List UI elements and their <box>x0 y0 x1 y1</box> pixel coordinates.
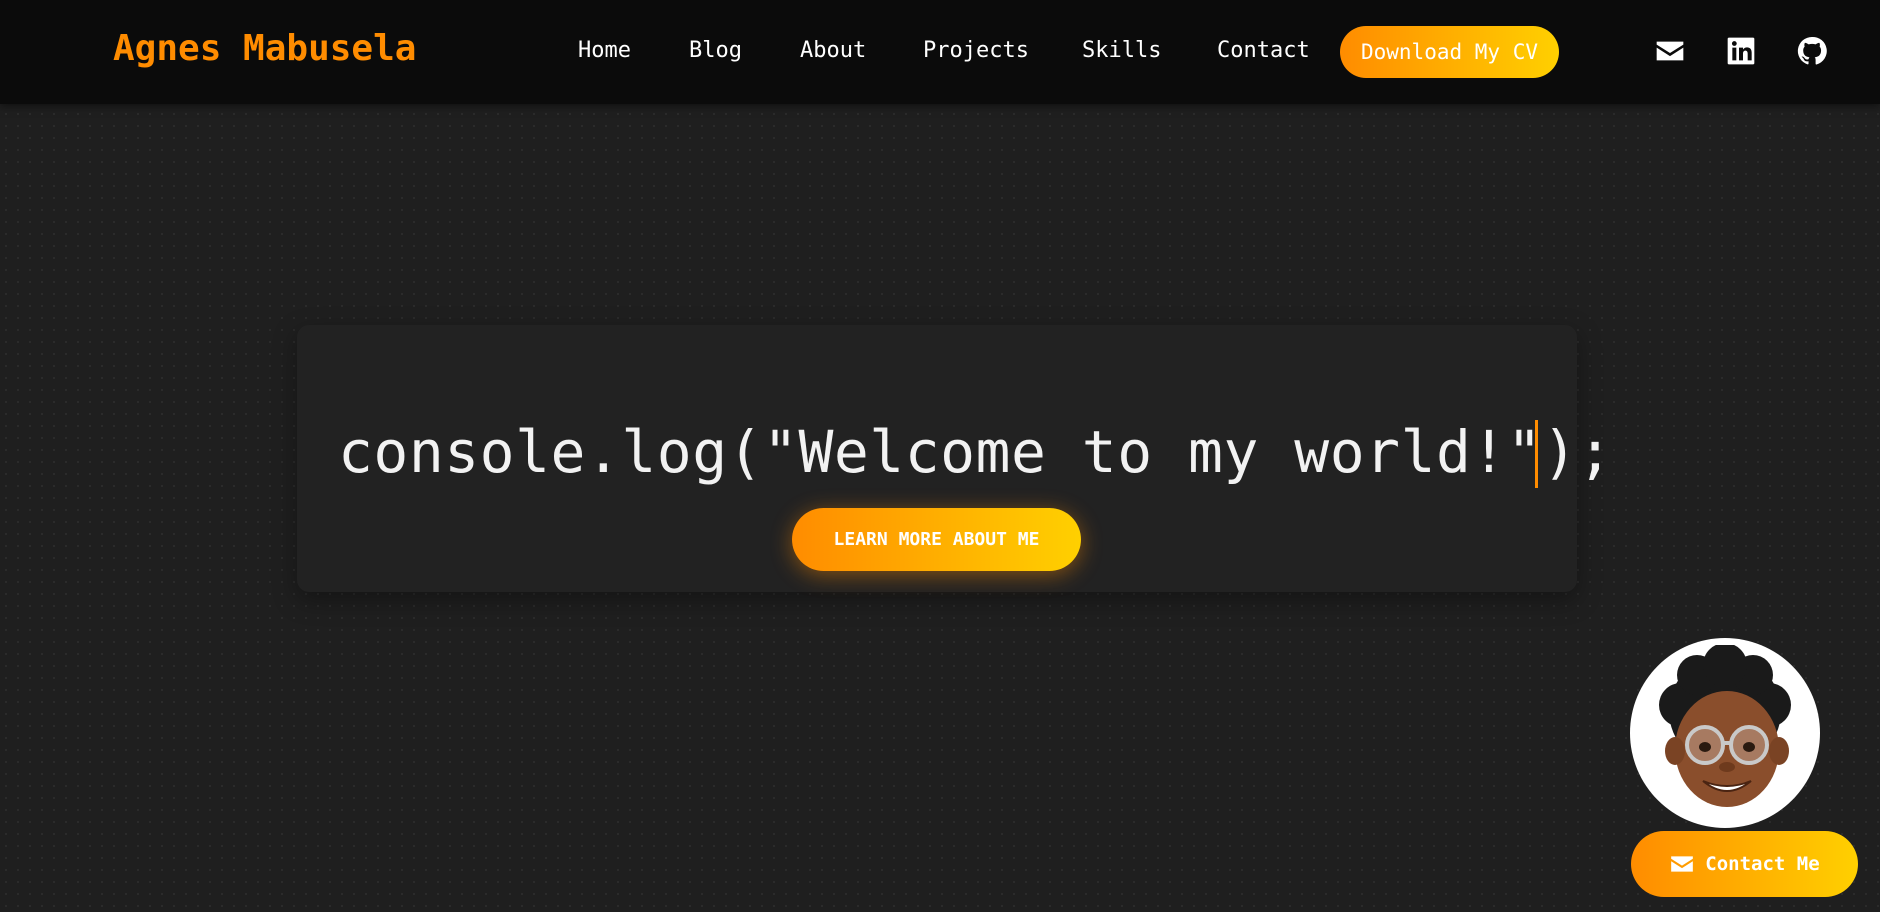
avatar-illustration <box>1659 645 1791 807</box>
envelope-icon <box>1671 856 1694 872</box>
typing-cursor <box>1535 420 1538 488</box>
linkedin-icon[interactable] <box>1724 34 1758 68</box>
learn-more-button[interactable]: LEARN MORE ABOUT ME <box>792 508 1081 571</box>
memoji-avatar[interactable] <box>1630 638 1820 828</box>
download-cv-button[interactable]: Download My CV <box>1340 26 1559 78</box>
nav-skills[interactable]: Skills <box>1082 38 1161 63</box>
contact-me-label: Contact Me <box>1705 853 1820 875</box>
nav-home[interactable]: Home <box>578 38 631 63</box>
top-navbar: Agnes Mabusela Home Blog About Projects … <box>0 0 1880 104</box>
nav-projects[interactable]: Projects <box>923 38 1029 63</box>
envelope-icon[interactable] <box>1653 34 1687 68</box>
hero-typed-text: console.log("Welcome to my world!"); <box>338 418 1614 486</box>
nav-blog[interactable]: Blog <box>689 38 742 63</box>
github-icon[interactable] <box>1795 34 1829 68</box>
contact-me-button[interactable]: Contact Me <box>1631 831 1858 897</box>
nav-about[interactable]: About <box>800 38 866 63</box>
nav-contact[interactable]: Contact <box>1217 38 1310 63</box>
brand-name[interactable]: Agnes Mabusela <box>113 28 416 69</box>
